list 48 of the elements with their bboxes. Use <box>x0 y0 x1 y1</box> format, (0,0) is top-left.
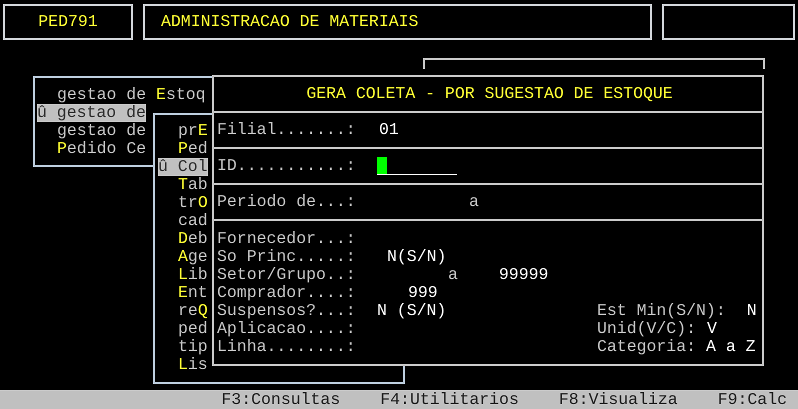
submenu-item[interactable]: Tab <box>178 176 208 194</box>
function-key-hint[interactable]: F8:Visualiza <box>558 390 678 408</box>
menu-item[interactable]: gestao de <box>57 122 146 140</box>
submenu-item[interactable]: û Col <box>158 158 208 176</box>
menu-item[interactable]: gestao de Estoq <box>57 86 206 104</box>
submenu-item[interactable]: reQ <box>178 302 208 320</box>
option-value: N <box>746 302 757 320</box>
option-label: Categoria: <box>597 338 696 356</box>
submenu-item[interactable]: Deb <box>178 230 208 248</box>
field-label: Periodo de...: <box>217 193 357 211</box>
submenu-item[interactable]: Ent <box>178 284 208 302</box>
submenu-item[interactable]: trO <box>178 194 208 212</box>
function-key-hint[interactable]: F4:Utilitarios <box>380 390 519 408</box>
menu-item[interactable]: û gestao de <box>37 104 146 122</box>
menu-item[interactable]: Pedido Ce <box>57 140 146 158</box>
option-label: Unid(V/C): <box>597 320 696 338</box>
option-value: A a Z <box>706 338 756 356</box>
field-value: 01 <box>379 121 399 139</box>
submenu-item[interactable]: cad <box>178 212 208 230</box>
submenu-item[interactable]: Lib <box>178 266 208 284</box>
field-label: Aplicacao....: <box>217 320 357 338</box>
field-label: Fornecedor...: <box>217 230 357 248</box>
field-label: ID...........: <box>217 157 357 175</box>
field-value: 99999 <box>498 266 548 284</box>
submenu-item[interactable]: Age <box>178 248 208 266</box>
app-title: ADMINISTRACAO DE MATERIAIS <box>161 13 418 31</box>
function-key-hint[interactable]: F3:Consultas <box>221 390 340 408</box>
submenu-item[interactable]: prE <box>178 122 208 140</box>
field-label: Filial.......: <box>217 121 357 139</box>
field-label: So Princ.....: <box>217 248 357 266</box>
field-label: Setor/Grupo..: <box>217 266 357 284</box>
field-label: Comprador....: <box>217 284 357 302</box>
option-value: V <box>707 320 717 338</box>
field-value: N (S/N) <box>377 302 446 320</box>
submenu-item[interactable]: Lis <box>178 356 208 374</box>
submenu-item[interactable]: ped <box>178 320 208 338</box>
program-code: PED791 <box>38 13 98 31</box>
field-value: 999 <box>408 284 438 302</box>
field-value: N(S/N) <box>387 248 446 266</box>
field-label: Linha........: <box>217 338 357 356</box>
option-label: Est Min(S/N): <box>597 302 726 320</box>
function-key-hint[interactable]: F9:Calc <box>718 390 787 408</box>
field-label: Suspensos?...: <box>217 302 357 320</box>
range-separator: a <box>469 193 479 211</box>
submenu-item[interactable]: Ped <box>178 140 208 158</box>
range-separator: a <box>448 266 458 284</box>
dialog-title: GERA COLETA - POR SUGESTAO DE ESTOQUE <box>306 85 673 103</box>
submenu-item[interactable]: tip <box>178 338 208 356</box>
